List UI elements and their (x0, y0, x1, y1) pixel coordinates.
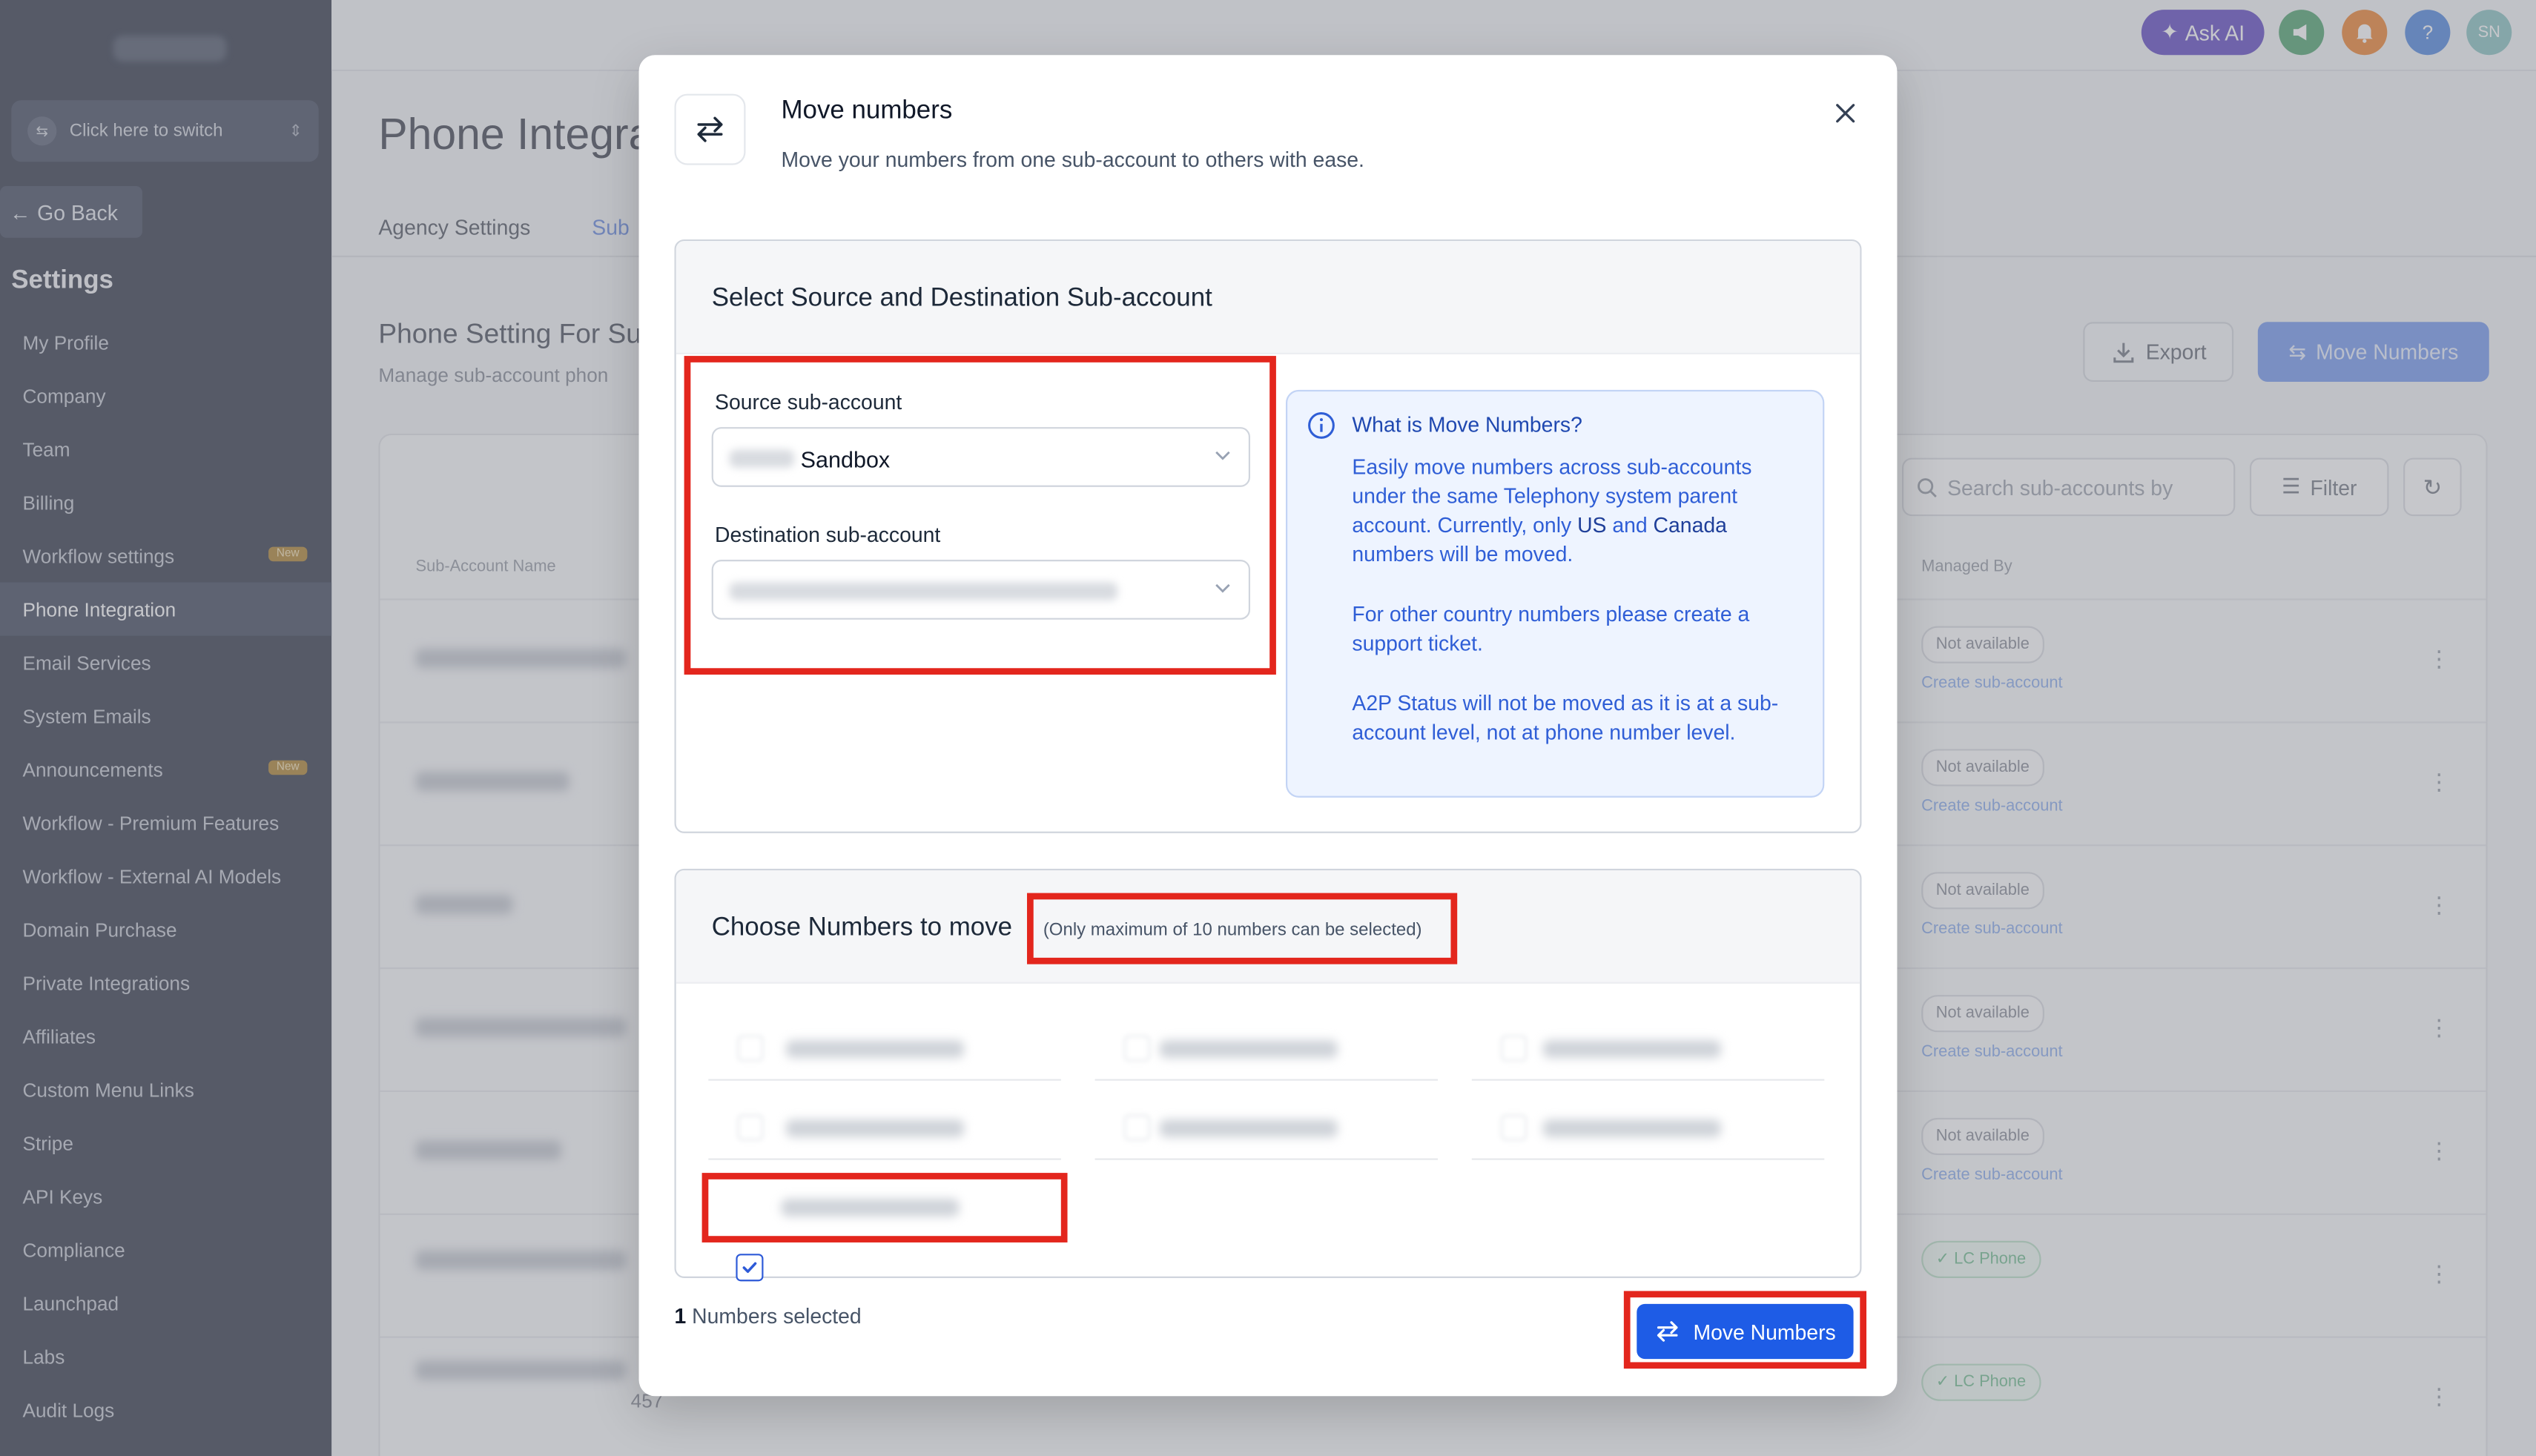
swap-arrows-icon (697, 116, 723, 142)
close-button[interactable] (1829, 97, 1862, 130)
highlight-max-note (1027, 893, 1458, 964)
select-section-title: Select Source and Destination Sub-accoun… (711, 285, 1212, 313)
modal-description: Move your numbers from one sub-account t… (781, 147, 1364, 172)
number-checkbox[interactable] (737, 1114, 764, 1141)
info-paragraph-2: For other country numbers please create … (1352, 601, 1750, 655)
highlight-subaccount-selects (684, 356, 1276, 675)
info-us: US (1577, 512, 1607, 537)
selected-count-number: 1 (674, 1303, 687, 1328)
info-paragraph-3: A2P Status will not be moved as it is at… (1352, 690, 1779, 744)
blurred-number (786, 1119, 964, 1138)
blurred-number (1542, 1040, 1721, 1059)
info-title: What is Move Numbers? (1352, 412, 1582, 437)
number-option[interactable] (1094, 1016, 1439, 1081)
move-numbers-label: Move Numbers (1693, 1319, 1836, 1344)
number-checkbox[interactable] (1501, 1114, 1527, 1141)
number-option[interactable] (708, 1095, 1061, 1160)
info-box: What is Move Numbers? Easily move number… (1285, 389, 1825, 798)
modal-title: Move numbers (781, 96, 953, 125)
number-checkbox[interactable] (1123, 1035, 1150, 1062)
number-option[interactable] (1471, 1016, 1825, 1081)
blurred-number (786, 1040, 964, 1059)
info-paragraph-1: Easily move numbers across sub-accounts … (1352, 453, 1805, 569)
number-checkbox[interactable] (1123, 1114, 1150, 1141)
number-option[interactable] (1471, 1095, 1825, 1160)
card-header: Select Source and Destination Sub-accoun… (676, 241, 1860, 354)
info-canada: Canada (1653, 512, 1727, 537)
number-checkbox[interactable] (1501, 1035, 1527, 1062)
info-text: and (1606, 512, 1654, 537)
number-option[interactable] (1094, 1095, 1439, 1160)
number-checkbox[interactable] (737, 1035, 764, 1062)
selected-count: 1 Numbers selected (675, 1304, 862, 1328)
info-icon (1308, 412, 1335, 439)
close-icon (1836, 104, 1855, 123)
swap-arrows-icon (1657, 1321, 1678, 1342)
selected-number-checkbox[interactable] (736, 1254, 764, 1282)
blurred-number (1159, 1040, 1338, 1059)
number-option[interactable] (708, 1016, 1061, 1081)
info-text: numbers will be moved. (1352, 542, 1574, 566)
blurred-number (1159, 1119, 1338, 1138)
app-root: ⇆ Click here to switch ⇕ ← Go Back Setti… (0, 0, 2536, 1456)
highlight-selected-number (701, 1173, 1068, 1242)
move-numbers-modal: Move numbers Move your numbers from one … (638, 55, 1898, 1397)
selected-count-suffix: Numbers selected (686, 1303, 862, 1328)
checkmark-icon (742, 1262, 757, 1273)
blurred-number (1542, 1119, 1721, 1138)
choose-numbers-title: Choose Numbers to move (711, 913, 1013, 942)
move-numbers-button[interactable]: Move Numbers (1637, 1303, 1854, 1360)
modal-icon-box (674, 93, 746, 165)
